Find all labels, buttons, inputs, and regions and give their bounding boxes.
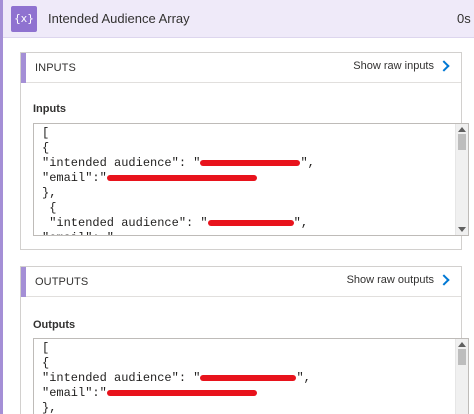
code-line: { xyxy=(42,201,315,216)
inputs-code: [{"intended audience": " ", "email":"}, { … xyxy=(42,126,315,235)
action-title: Intended Audience Array xyxy=(48,11,190,26)
redaction-mark xyxy=(114,234,260,235)
outputs-subheading: Outputs xyxy=(33,319,76,331)
code-text: { xyxy=(42,201,57,215)
code-text: "intended audience": " xyxy=(42,216,208,230)
inputs-section-title: INPUTS xyxy=(35,62,76,74)
outputs-code: [{"intended audience": " ", "email":"}, xyxy=(42,341,311,414)
outputs-section-bar: OUTPUTS Show raw outputs xyxy=(21,267,461,297)
card-left-accent xyxy=(0,0,3,414)
redaction-mark xyxy=(106,174,257,181)
code-line: "email":" xyxy=(42,386,311,401)
code-line: [ xyxy=(42,126,315,141)
code-text: { xyxy=(42,141,50,155)
inputs-section-bar: INPUTS Show raw inputs xyxy=(21,53,461,83)
code-text: "intended audience": " xyxy=(42,371,201,385)
code-line: "email":" xyxy=(42,171,315,186)
outputs-code-box[interactable]: [{"intended audience": " ", "email":"}, xyxy=(33,338,469,414)
code-text: }, xyxy=(42,401,57,414)
code-line: "intended audience": " ", xyxy=(42,371,311,386)
scroll-down-arrow-icon[interactable] xyxy=(458,227,466,232)
redaction-mark xyxy=(207,219,294,226)
code-text: [ xyxy=(42,341,50,355)
show-raw-inputs-link[interactable]: Show raw inputs xyxy=(353,60,451,72)
show-raw-inputs-label: Show raw inputs xyxy=(353,60,434,72)
code-line: [ xyxy=(42,341,311,356)
code-line: }, xyxy=(42,186,315,201)
code-text: ", xyxy=(296,371,311,385)
code-text: "email":" xyxy=(42,171,107,185)
outputs-scrollbar[interactable] xyxy=(455,339,468,414)
code-text: }, xyxy=(42,186,57,200)
code-text: { xyxy=(42,356,50,370)
chevron-right-icon xyxy=(438,274,450,286)
code-line: }, xyxy=(42,401,311,414)
code-text: ", xyxy=(293,216,309,230)
code-text: "email":" xyxy=(42,386,107,400)
inputs-section-accent xyxy=(21,53,26,83)
code-text: [ xyxy=(42,126,50,140)
code-line: { xyxy=(42,356,311,371)
code-line: "intended audience": " ", xyxy=(42,156,315,171)
inputs-section: INPUTS Show raw inputs Inputs [{"intende… xyxy=(20,52,469,250)
action-duration: 0s xyxy=(457,11,471,26)
scroll-up-arrow-icon[interactable] xyxy=(458,342,466,347)
code-text: ", xyxy=(300,156,315,170)
redaction-mark xyxy=(200,374,297,381)
code-line: { xyxy=(42,141,315,156)
outputs-section-title: OUTPUTS xyxy=(35,276,89,288)
redaction-mark xyxy=(200,159,301,166)
outputs-section-accent xyxy=(21,267,26,297)
show-raw-outputs-link[interactable]: Show raw outputs xyxy=(347,274,451,286)
code-line: "intended audience": " ", xyxy=(42,216,315,231)
scroll-up-arrow-icon[interactable] xyxy=(458,127,466,132)
inputs-scroll-thumb[interactable] xyxy=(458,134,466,150)
inputs-subheading: Inputs xyxy=(33,103,66,115)
outputs-scroll-thumb[interactable] xyxy=(458,349,466,365)
redaction-mark xyxy=(106,389,257,396)
action-card-header[interactable]: {x} Intended Audience Array 0s xyxy=(3,0,474,38)
code-text: "intended audience": " xyxy=(42,156,201,170)
show-raw-outputs-label: Show raw outputs xyxy=(346,274,434,286)
inputs-code-box[interactable]: [{"intended audience": " ", "email":"}, { … xyxy=(33,123,469,236)
inputs-scrollbar[interactable] xyxy=(455,124,468,235)
code-line: "email": " xyxy=(42,231,315,235)
variable-braces-icon: {x} xyxy=(11,6,37,32)
chevron-right-icon xyxy=(438,60,450,72)
outputs-section: OUTPUTS Show raw outputs Outputs [{"inte… xyxy=(20,266,469,414)
code-text: "email": " xyxy=(42,231,114,235)
